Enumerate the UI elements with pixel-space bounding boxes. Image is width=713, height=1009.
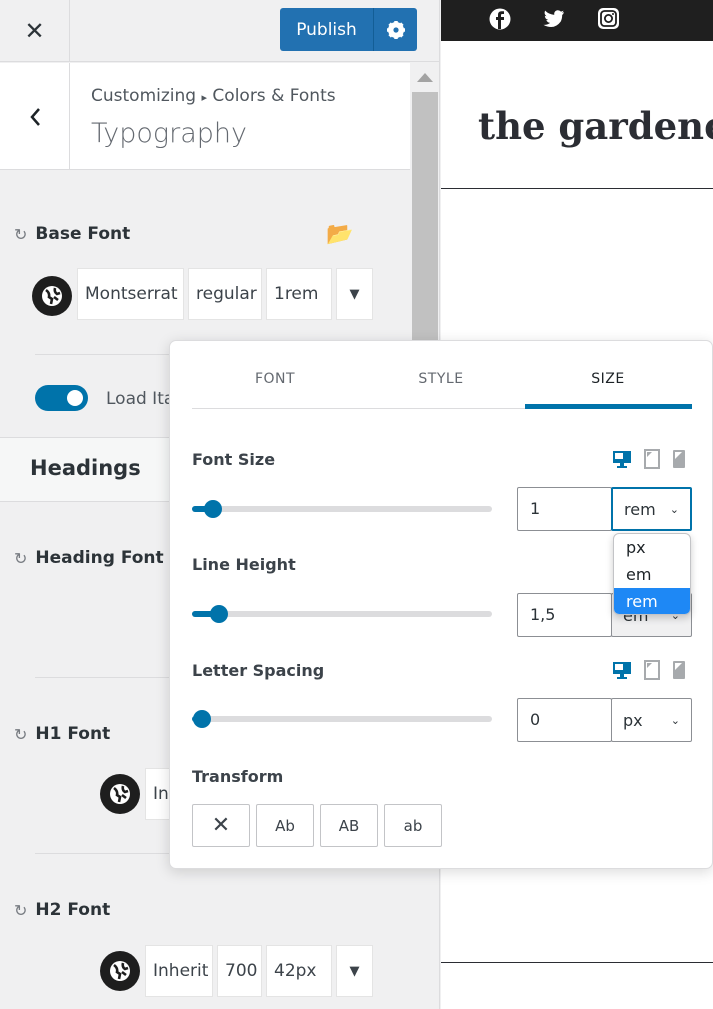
letter-spacing-unit-select[interactable]: px ⌄ [611,698,692,742]
unit-option-px[interactable]: px [614,534,690,561]
font-size-label: Font Size [192,450,276,469]
letter-spacing-input[interactable]: 0 [517,698,612,742]
tab-size[interactable]: SIZE [525,371,691,387]
breadcrumb-parent: Colors & Fonts [212,86,336,106]
expand-font-button[interactable]: ▼ [336,945,373,997]
line-height-slider[interactable] [192,605,492,623]
font-size-unit-select[interactable]: rem ⌄ [611,487,692,531]
globe-icon [32,276,72,316]
site-title[interactable]: the gardener [478,104,713,148]
unit-option-rem[interactable]: rem [614,588,690,614]
font-weight-field[interactable]: regular [188,268,262,320]
top-bar: ✕ Publish [0,0,439,62]
unit-value: rem [624,499,656,519]
line-height-label: Line Height [192,555,296,574]
unit-dropdown: px em rem [613,533,691,615]
folder-icon[interactable]: 📂 [326,222,353,247]
h1-font-title: H1 Font [35,724,111,744]
font-family-field[interactable]: Montserrat [77,268,184,320]
chevron-down-icon: ⌄ [670,713,680,727]
tab-style[interactable]: STYLE [358,371,524,387]
reset-icon[interactable]: ↻ [14,901,27,920]
facebook-icon[interactable] [489,8,511,30]
transform-label: Transform [192,767,284,786]
reset-icon[interactable]: ↻ [14,225,27,244]
breadcrumb-separator: ▸ [201,91,208,104]
twitter-icon[interactable] [543,9,565,29]
device-switcher [612,660,686,680]
reset-icon[interactable]: ↻ [14,549,27,568]
font-size-field[interactable]: 1rem [266,268,332,320]
mobile-icon[interactable] [672,449,686,469]
h2-font-label: ↻ H2 Font [14,900,110,920]
h2-font-family-field[interactable]: Inherit [145,945,213,997]
publish-button[interactable]: Publish [280,20,373,40]
content-divider [441,962,713,963]
settings-button[interactable] [373,8,417,51]
social-bar [441,0,713,41]
caret-down-icon: ▼ [349,963,360,979]
line-height-input[interactable]: 1,5 [517,593,612,637]
section-header: Customizing ▸ Colors & Fonts Typography [0,63,410,170]
letter-spacing-label: Letter Spacing [192,661,325,680]
chevron-left-icon [29,107,40,126]
globe-icon [100,774,140,814]
font-size-slider[interactable] [192,500,492,518]
transform-uppercase-button[interactable]: AB [320,804,378,847]
tablet-icon[interactable] [644,660,660,680]
mobile-icon[interactable] [672,660,686,680]
slider-handle[interactable] [193,710,211,728]
headings-title: Headings [30,456,141,480]
load-italic-toggle[interactable] [35,385,88,411]
slider-handle[interactable] [204,500,223,518]
globe-icon [100,951,140,991]
chevron-down-icon: ⌄ [669,502,679,516]
publish-button-group: Publish [280,8,417,51]
desktop-icon[interactable] [612,660,632,680]
transform-capitalize-button[interactable]: Ab [256,804,314,847]
base-font-label: ↻ Base Font [14,224,130,244]
scroll-up-icon[interactable] [417,73,433,82]
slider-handle[interactable] [209,605,228,623]
active-tab-indicator [525,404,692,409]
tab-bar: FONT STYLE SIZE [192,341,692,409]
header-divider [441,188,713,189]
transform-none-button[interactable]: ✕ [192,804,250,847]
device-switcher [612,449,686,469]
reset-icon[interactable]: ↻ [14,725,27,744]
back-button[interactable] [0,63,70,170]
unit-option-em[interactable]: em [614,561,690,588]
desktop-icon[interactable] [612,449,632,469]
h2-font-size-field[interactable]: 42px [266,945,332,997]
font-size-input[interactable]: 1 [517,487,612,531]
h1-font-label: ↻ H1 Font [14,724,110,744]
close-button[interactable]: ✕ [0,0,70,62]
letter-spacing-slider[interactable] [192,710,492,728]
transform-lowercase-button[interactable]: ab [384,804,442,847]
h2-font-weight-field[interactable]: 700 [217,945,262,997]
tablet-icon[interactable] [644,449,660,469]
close-icon: ✕ [24,17,45,45]
caret-down-icon: ▼ [349,286,360,302]
unit-value: px [623,710,643,730]
page-title: Typography [91,118,248,149]
breadcrumb: Customizing ▸ Colors & Fonts [91,86,336,106]
base-font-title: Base Font [35,224,131,244]
tab-font[interactable]: FONT [192,371,358,387]
instagram-icon[interactable] [597,7,620,30]
scrollbar-thumb[interactable] [412,92,438,352]
breadcrumb-root: Customizing [91,86,197,106]
gear-icon [386,20,405,39]
h2-font-title: H2 Font [35,900,111,920]
expand-font-button[interactable]: ▼ [336,268,373,320]
typography-popover: FONT STYLE SIZE Font Size 1 rem ⌄ Line He… [169,340,713,869]
